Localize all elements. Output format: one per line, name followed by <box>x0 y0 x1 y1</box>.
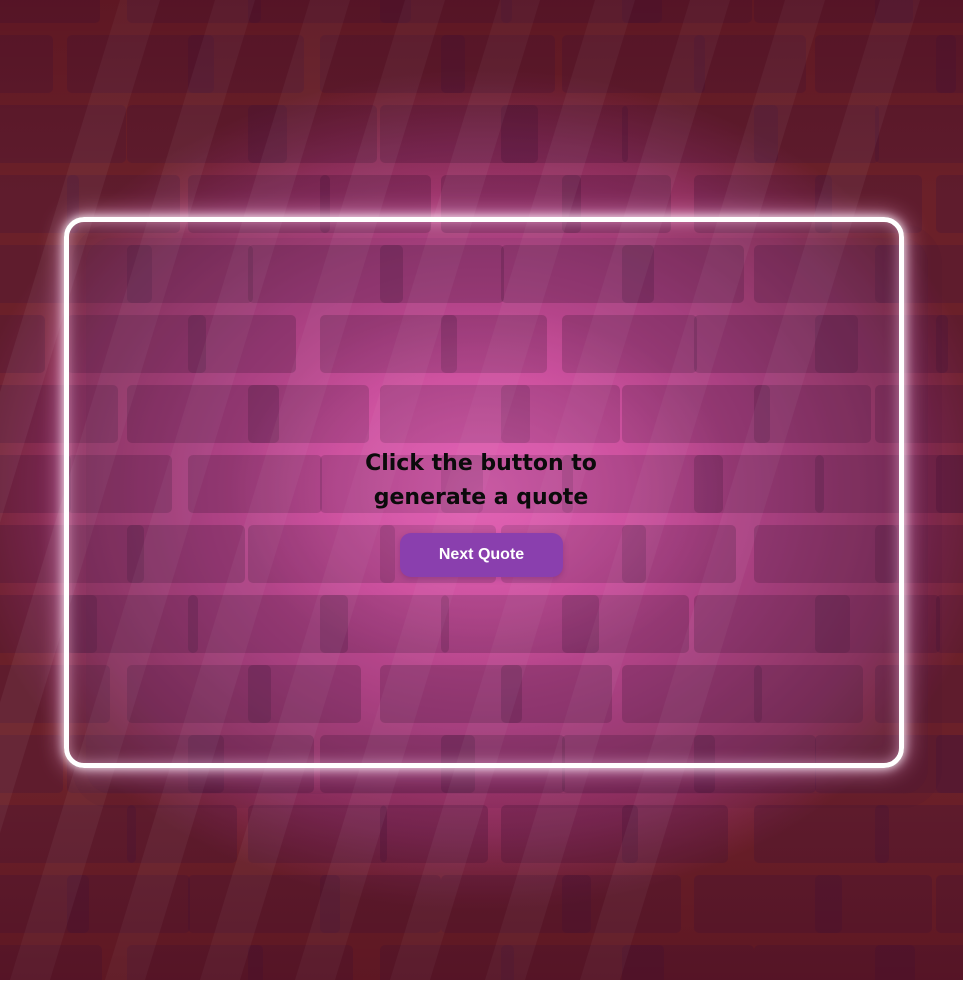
brick <box>875 945 963 980</box>
brick <box>622 945 754 980</box>
brick <box>815 875 932 933</box>
brick <box>936 735 963 793</box>
brick <box>0 35 53 93</box>
brick <box>936 315 963 373</box>
quote-text: Click the button to generate a quote <box>365 451 597 510</box>
brick <box>754 805 889 863</box>
brick <box>936 875 963 933</box>
brick <box>936 175 963 233</box>
brick <box>936 455 963 513</box>
brick <box>0 0 100 23</box>
brick <box>875 805 963 863</box>
brick <box>936 595 963 653</box>
brick <box>936 35 963 93</box>
brick <box>875 105 963 163</box>
next-quote-button[interactable]: Next Quote <box>400 533 563 577</box>
